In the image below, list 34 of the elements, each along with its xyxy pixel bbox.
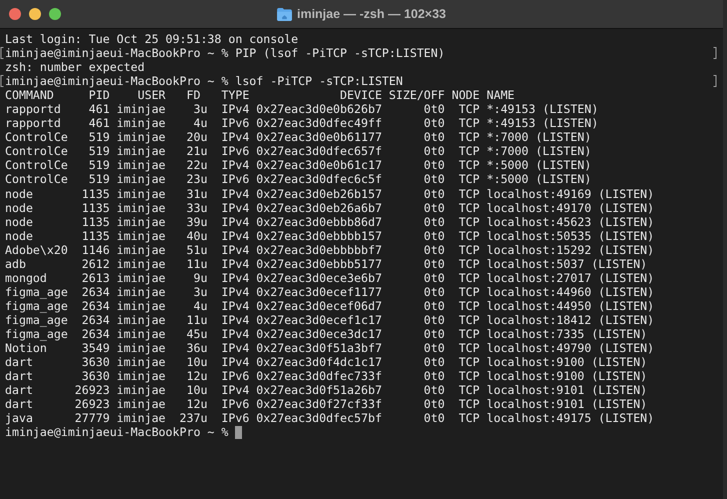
terminal-line: node 1135 iminjae 39u IPv4 0x27eac3d0ebbb86d7 0t0 TCP localhost:45623 (LISTEN) bbox=[5, 214, 654, 229]
terminal-line: figma_age 2634 iminjae 45u IPv4 0x27eac3d0ece3dc17 0t0 TCP localhost:7335 (LISTEN) bbox=[5, 326, 648, 342]
terminal-line: ControlCe 519 iminjae 20u IPv4 0x27eac3d0e0b61177 0t0 TCP *:7000 (LISTEN) bbox=[5, 130, 592, 144]
terminal-line: dart 26923 iminjae 12u IPv6 0x27eac3d0f27cf33f 0t0 TCP localhost:9101 (LISTEN) bbox=[5, 397, 648, 412]
zoom-button[interactable] bbox=[49, 8, 61, 20]
terminal-line: zsh: number expected bbox=[5, 60, 145, 74]
terminal-line: ControlCe 519 iminjae 23u IPv6 0x27eac3d0dfec6c5f 0t0 TCP *:5000 (LISTEN) bbox=[5, 172, 592, 187]
terminal-line: rapportd 461 iminjae 4u IPv6 0x27eac3d0dfec49ff 0t0 TCP *:49153 (LISTEN) bbox=[5, 116, 598, 130]
terminal-line: figma_age 2634 iminjae 11u IPv4 0x27eac3d0ecef1c17 0t0 TCP localhost:18412 (LISTEN) bbox=[5, 312, 654, 327]
terminal-line: Adobe\x20 1146 iminjae 51u IPv4 0x27eac3d0ebbbbbf7 0t0 TCP localhost:15292 (LISTEN) bbox=[5, 242, 654, 257]
shell-prompt: iminjae@iminjaeui-MacBookPro ~ % bbox=[5, 425, 228, 440]
minimize-button[interactable] bbox=[29, 8, 41, 20]
folder-icon bbox=[276, 8, 292, 20]
terminal-line: java 27779 iminjae 237u IPv6 0x27eac3d0dfec57bf 0t0 TCP localhost:49175 (LISTEN) bbox=[5, 411, 654, 426]
terminal-line: iminjae@iminjaeui-MacBookPro ~ % lsof -PiTCP -sTCP:LISTEN bbox=[5, 74, 403, 88]
terminal-line: rapportd 461 iminjae 3u IPv4 0x27eac3d0e0b626b7 0t0 TCP *:49153 (LISTEN) bbox=[5, 102, 598, 116]
terminal-line: Notion 3549 iminjae 36u IPv4 0x27eac3d0f51a3bf7 0t0 TCP localhost:49790 (LISTEN) bbox=[5, 341, 654, 356]
terminal-line: node 1135 iminjae 33u IPv4 0x27eac3d0eb26a6b7 0t0 TCP localhost:49170 (LISTEN) bbox=[5, 200, 654, 215]
terminal-line: figma_age 2634 iminjae 3u IPv4 0x27eac3d0ecef1177 0t0 TCP localhost:44960 (LISTEN) bbox=[5, 284, 654, 299]
terminal-line: iminjae@iminjaeui-MacBookPro ~ % PIP (lsof -PiTCP -sTCP:LISTEN) bbox=[5, 46, 445, 60]
window-title: iminjae — -zsh — 102×33 bbox=[296, 7, 446, 21]
terminal-line: mongod 2613 iminjae 9u IPv4 0x27eac3d0ece3e6b7 0t0 TCP localhost:27017 (LISTEN) bbox=[5, 270, 654, 285]
terminal-line: dart 3630 iminjae 10u IPv4 0x27eac3d0f4dc1c17 0t0 TCP localhost:9100 (LISTEN) bbox=[5, 355, 648, 370]
terminal-line: COMMAND PID USER FD TYPE DEVICE SIZE/OFF NODE NAME bbox=[5, 88, 515, 102]
terminal-line: dart 3630 iminjae 12u IPv6 0x27eac3d0dfec733f 0t0 TCP localhost:9100 (LISTEN) bbox=[5, 369, 648, 384]
terminal-line: node 1135 iminjae 40u IPv4 0x27eac3d0ebbbb157 0t0 TCP localhost:50535 (LISTEN) bbox=[5, 228, 654, 243]
terminal-line: ControlCe 519 iminjae 21u IPv6 0x27eac3d0dfec657f 0t0 TCP *:7000 (LISTEN) bbox=[5, 144, 592, 158]
terminal-line: node 1135 iminjae 31u IPv4 0x27eac3d0eb26b157 0t0 TCP localhost:49169 (LISTEN) bbox=[5, 186, 654, 201]
terminal-line: dart 26923 iminjae 10u IPv4 0x27eac3d0f51a26b7 0t0 TCP localhost:9101 (LISTEN) bbox=[5, 383, 648, 398]
terminal-line: figma_age 2634 iminjae 4u IPv4 0x27eac3d0ecef06d7 0t0 TCP localhost:44950 (LISTEN) bbox=[5, 298, 654, 313]
terminal-line: ControlCe 519 iminjae 22u IPv4 0x27eac3d0e0b61c17 0t0 TCP *:5000 (LISTEN) bbox=[5, 158, 592, 172]
close-button[interactable] bbox=[9, 8, 21, 20]
terminal-line: Last login: Tue Oct 25 09:51:38 on console bbox=[5, 32, 298, 46]
terminal-line: adb 2612 iminjae 11u IPv4 0x27eac3d0ebbb5177 0t0 TCP localhost:5037 (LISTEN) bbox=[5, 256, 648, 271]
